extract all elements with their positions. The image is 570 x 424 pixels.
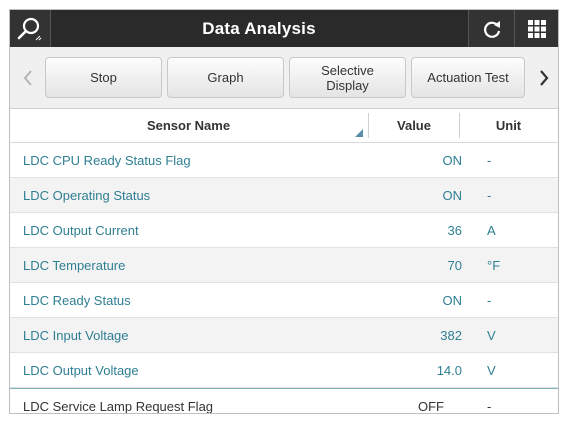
sensor-value: ON [442, 187, 463, 203]
sensor-name: LDC Input Voltage [23, 327, 129, 343]
sensor-unit: - [487, 398, 492, 414]
refresh-button[interactable] [468, 10, 514, 47]
table-row[interactable]: LDC Operating Status ON - [10, 178, 558, 213]
table-row[interactable]: LDC CPU Ready Status Flag ON - [10, 143, 558, 178]
sort-indicator-icon [355, 129, 363, 137]
table-row[interactable]: LDC Output Current 36 A [10, 213, 558, 248]
table-row[interactable]: LDC Temperature 70 °F [10, 248, 558, 283]
sensor-name: LDC CPU Ready Status Flag [23, 152, 191, 168]
sensor-value: 70 [447, 257, 462, 273]
search-icon [17, 17, 42, 40]
selective-display-label: Selective Display [321, 62, 374, 93]
table-row[interactable]: LDC Output Voltage 14.0 V [10, 353, 558, 388]
stop-button[interactable]: Stop [45, 57, 162, 98]
column-header-sensor-name[interactable]: Sensor Name [10, 109, 367, 142]
sensor-unit: °F [487, 257, 501, 273]
sensor-name: LDC Ready Status [23, 292, 131, 308]
title-bar: Data Analysis [10, 10, 558, 47]
data-analysis-window: Data Analysis Stop Graph Selective Displ… [9, 9, 559, 414]
sensor-name: LDC Output Voltage [23, 362, 139, 378]
sensor-name: LDC Service Lamp Request Flag [23, 398, 214, 414]
column-header-value[interactable]: Value [368, 113, 460, 138]
table-header: Sensor Name Value Unit [10, 109, 558, 143]
table-row[interactable]: LDC Service Lamp Request Flag OFF - [10, 388, 558, 414]
sensor-value: 14.0 [436, 362, 462, 378]
toolbar: Stop Graph Selective Display Actuation T… [10, 47, 558, 109]
selective-display-button[interactable]: Selective Display [289, 57, 406, 98]
sensor-value: OFF [418, 398, 444, 414]
sensor-name: LDC Temperature [23, 257, 126, 273]
search-button[interactable] [10, 10, 51, 47]
sensor-value: 382 [440, 327, 462, 343]
sensor-unit: A [487, 222, 496, 238]
column-header-unit[interactable]: Unit [459, 109, 558, 142]
chevron-left-icon [23, 70, 32, 86]
scroll-right-button[interactable] [530, 57, 558, 99]
sensor-value: 36 [447, 222, 462, 238]
sensor-unit: V [487, 362, 496, 378]
table-row[interactable]: LDC Ready Status ON - [10, 283, 558, 318]
grid-menu-icon [528, 19, 546, 38]
sensor-name: LDC Operating Status [23, 187, 151, 203]
sensor-table: LDC CPU Ready Status Flag ON - LDC Opera… [10, 143, 558, 414]
sensor-value: ON [442, 292, 463, 308]
sensor-name: LDC Output Current [23, 222, 139, 238]
actuation-test-button[interactable]: Actuation Test [411, 57, 525, 98]
table-row[interactable]: LDC Input Voltage 382 V [10, 318, 558, 353]
refresh-icon [483, 20, 500, 38]
scroll-left-button[interactable] [14, 57, 42, 99]
sensor-value: ON [442, 152, 463, 168]
graph-button[interactable]: Graph [167, 57, 284, 98]
chevron-right-icon [540, 70, 549, 86]
page-title: Data Analysis [202, 18, 316, 38]
sensor-unit: - [487, 187, 492, 203]
sensor-unit: - [487, 152, 492, 168]
sensor-unit: V [487, 327, 496, 343]
menu-button[interactable] [514, 10, 558, 47]
sensor-unit: - [487, 292, 492, 308]
